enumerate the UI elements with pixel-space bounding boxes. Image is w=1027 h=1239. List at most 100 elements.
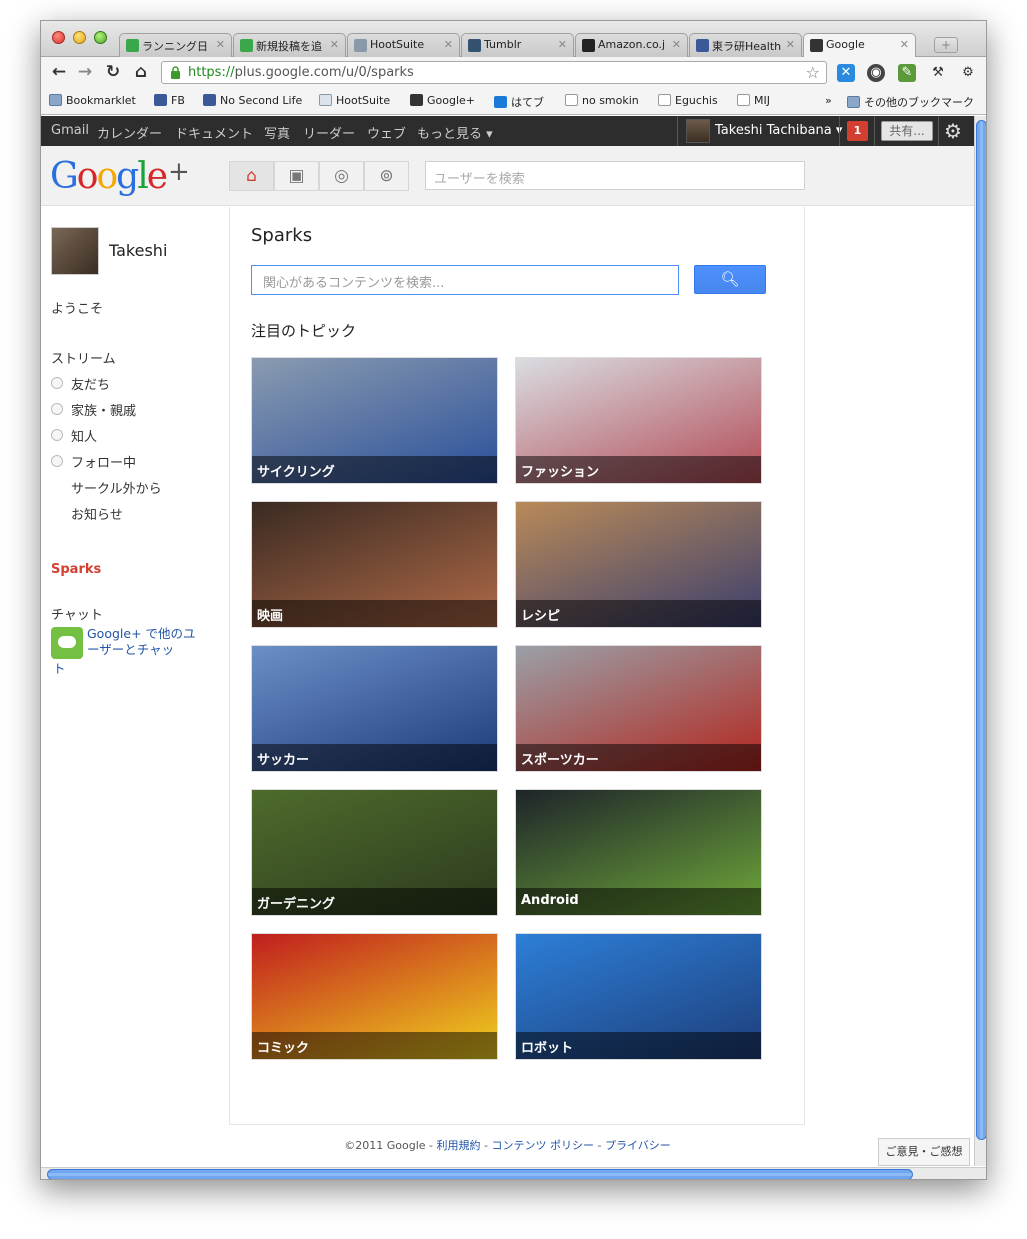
incoming-link[interactable]: サークル外から — [71, 478, 162, 497]
bookmark-item[interactable]: Google+ — [410, 94, 475, 107]
gbar-link[interactable]: ドキュメント — [175, 123, 253, 142]
bookmark-item[interactable]: FB — [154, 94, 185, 107]
zoom-window-button[interactable] — [94, 31, 107, 44]
bookmark-item[interactable]: Bookmarklet — [49, 94, 136, 107]
gbar-link[interactable]: Gmail — [51, 123, 89, 138]
topic-tile[interactable]: レシピ — [515, 501, 762, 628]
profile-nav-icon[interactable]: ◎ — [319, 161, 364, 191]
gbar-link[interactable]: リーダー — [303, 123, 355, 142]
wrench-icon[interactable]: ⚙ — [959, 64, 977, 82]
tab-0[interactable]: ランニング日 ✕ — [119, 33, 232, 57]
user-avatar-small[interactable] — [686, 119, 710, 143]
tab-close-icon[interactable]: ✕ — [672, 38, 681, 51]
tab-close-icon[interactable]: ✕ — [444, 38, 453, 51]
bookmarks-more-button[interactable]: » — [825, 94, 832, 107]
google-plus-logo[interactable]: Google+ — [50, 156, 190, 197]
topic-tile[interactable]: ファッション — [515, 357, 762, 484]
circle-radio[interactable] — [51, 455, 63, 467]
circle-link[interactable]: 知人 — [71, 426, 97, 445]
horizontal-scrollbar[interactable] — [41, 1167, 986, 1179]
circle-radio[interactable] — [51, 403, 63, 415]
topic-tile[interactable]: Android — [515, 789, 762, 916]
gbar-link[interactable]: もっと見る ▾ — [417, 123, 493, 142]
address-bar[interactable]: https://plus.google.com/u/0/sparks ☆ — [161, 61, 827, 84]
feedback-button[interactable]: ご意見・ご感想 — [878, 1138, 970, 1166]
sparks-link[interactable]: Sparks — [51, 562, 101, 577]
tab-2[interactable]: HootSuite ✕ — [347, 33, 460, 57]
topic-label: ロボット — [516, 1032, 761, 1059]
tab-close-icon[interactable]: ✕ — [900, 38, 909, 51]
sparks-search-input[interactable]: 関心があるコンテンツを検索... — [251, 265, 679, 295]
bookmark-item[interactable]: Eguchis — [658, 94, 718, 107]
topic-label: Android — [516, 888, 761, 915]
other-bookmarks-folder[interactable]: その他のブックマーク — [847, 94, 974, 110]
vertical-scrollbar[interactable] — [974, 116, 986, 1166]
tab-close-icon[interactable]: ✕ — [330, 38, 339, 51]
home-icon[interactable]: ⌂ — [131, 62, 151, 82]
tab-1[interactable]: 新規投稿を追 ✕ — [233, 33, 346, 57]
url-scheme: https:// — [188, 65, 235, 80]
bookmark-item[interactable]: MIJ — [737, 94, 770, 107]
circle-link[interactable]: 友だち — [71, 374, 110, 393]
photos-nav-icon[interactable]: ▣ — [274, 161, 319, 191]
circles-nav-icon[interactable]: ⊚ — [364, 161, 409, 191]
page-icon — [565, 94, 578, 106]
divider — [677, 116, 678, 146]
topic-tile[interactable]: スポーツカー — [515, 645, 762, 772]
back-icon[interactable]: ← — [49, 62, 69, 82]
globe-icon[interactable]: ◉ — [867, 64, 885, 82]
tab-close-icon[interactable]: ✕ — [216, 38, 225, 51]
topic-tile[interactable]: 映画 — [251, 501, 498, 628]
circle-radio[interactable] — [51, 377, 63, 389]
gbar-link[interactable]: 写真 — [264, 123, 290, 142]
chat-invite-link[interactable]: Google+ で他のユーザーとチャッ — [87, 626, 199, 658]
bookmark-star-icon[interactable]: ☆ — [806, 63, 820, 82]
sparks-search-button[interactable]: 🔍︎ — [694, 265, 766, 294]
extension-x-icon[interactable]: ✕ — [837, 64, 855, 82]
avatar[interactable] — [51, 227, 99, 275]
notifications-link[interactable]: お知らせ — [71, 504, 123, 523]
user-menu[interactable]: Takeshi Tachibana ▾ — [715, 123, 842, 138]
share-button[interactable]: 共有... — [881, 121, 933, 141]
content-policy-link[interactable]: コンテンツ ポリシー — [491, 1139, 594, 1152]
circle-link[interactable]: 家族・親戚 — [71, 400, 136, 419]
hammer-icon[interactable]: ⚒ — [929, 64, 947, 82]
gbar-link[interactable]: ウェブ — [367, 123, 406, 142]
bookmark-item[interactable]: No Second Life — [203, 94, 302, 107]
stream-link[interactable]: ストリーム — [51, 348, 116, 367]
tab-6[interactable]: Google ✕ — [803, 33, 916, 58]
settings-gear-icon[interactable]: ⚙ — [944, 119, 962, 143]
horizontal-scroll-thumb[interactable] — [47, 1169, 913, 1179]
privacy-link[interactable]: プライバシー — [605, 1139, 671, 1152]
bookmark-item[interactable]: はてブ — [494, 94, 544, 110]
forward-icon[interactable]: → — [75, 62, 95, 82]
terms-link[interactable]: 利用規約 — [437, 1139, 481, 1152]
tab-close-icon[interactable]: ✕ — [786, 38, 795, 51]
chat-invite-link-tail[interactable]: ト — [53, 658, 66, 677]
user-search-input[interactable]: ユーザーを検索 — [425, 161, 805, 190]
notification-badge[interactable]: 1 — [847, 121, 868, 141]
tab-close-icon[interactable]: ✕ — [558, 38, 567, 51]
topic-tile[interactable]: ガーデニング — [251, 789, 498, 916]
circle-link[interactable]: フォロー中 — [71, 452, 136, 471]
minimize-window-button[interactable] — [73, 31, 86, 44]
circle-radio[interactable] — [51, 429, 63, 441]
topic-tile[interactable]: コミック — [251, 933, 498, 1060]
home-nav-icon[interactable]: ⌂ — [229, 161, 274, 191]
gbar-link[interactable]: カレンダー — [97, 123, 162, 142]
welcome-link[interactable]: ようこそ — [51, 298, 103, 317]
reload-icon[interactable]: ↻ — [103, 62, 123, 82]
tab-5[interactable]: 東ラ研Health ✕ — [689, 33, 802, 57]
profile-name[interactable]: Takeshi — [109, 241, 167, 260]
topic-tile[interactable]: ロボット — [515, 933, 762, 1060]
topic-tile[interactable]: サイクリング — [251, 357, 498, 484]
tab-4[interactable]: Amazon.co.j ✕ — [575, 33, 688, 57]
close-window-button[interactable] — [52, 31, 65, 44]
bookmark-item[interactable]: no smokin — [565, 94, 639, 107]
vertical-scroll-thumb[interactable] — [976, 120, 986, 1140]
tab-3[interactable]: Tumblr ✕ — [461, 33, 574, 57]
topic-tile[interactable]: サッカー — [251, 645, 498, 772]
new-tab-button[interactable]: + — [934, 37, 958, 53]
bookmark-item[interactable]: HootSuite — [319, 94, 390, 107]
evernote-icon[interactable]: ✎ — [898, 64, 916, 82]
